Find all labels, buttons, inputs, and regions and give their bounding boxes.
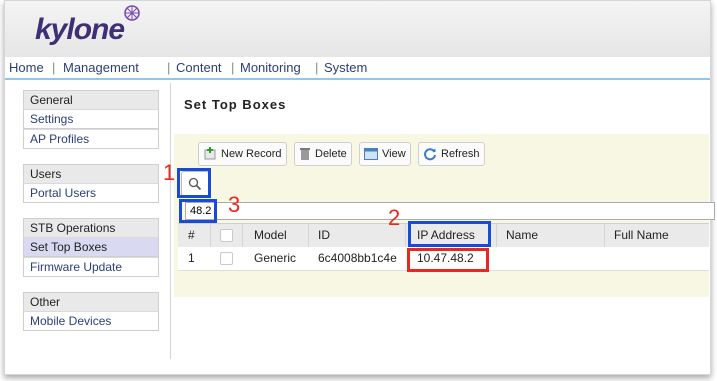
sidebar-item-firmware-update[interactable]: Firmware Update: [23, 257, 159, 277]
sidebar-item-set-top-boxes[interactable]: Set Top Boxes: [23, 237, 159, 257]
app-header: kylone: [5, 1, 710, 57]
column-divider: [496, 224, 497, 247]
column-header-full-name[interactable]: Full Name: [614, 228, 669, 242]
sidebar-heading-users: Users: [23, 164, 159, 183]
menu-separator: |: [231, 60, 235, 75]
row-model: Generic: [254, 251, 297, 265]
menu-separator: |: [167, 60, 171, 75]
menu-separator: |: [315, 60, 319, 75]
column-header-id[interactable]: ID: [318, 228, 330, 242]
page-title: Set Top Boxes: [184, 97, 287, 112]
refresh-icon: [424, 148, 436, 161]
column-header-ip-address[interactable]: IP Address: [417, 228, 475, 242]
new-record-label: New Record: [221, 148, 282, 160]
column-divider: [405, 224, 406, 247]
top-menu: Home | Management | Content | Monitoring…: [5, 57, 710, 80]
new-record-icon: [204, 147, 216, 160]
row-number: 1: [188, 251, 195, 265]
sidebar-item-portal-users[interactable]: Portal Users: [23, 183, 159, 203]
new-record-button[interactable]: New Record: [198, 142, 287, 166]
table-row[interactable]: 1 Generic 6c4008bb1c4e 10.47.48.2: [178, 247, 709, 271]
menu-separator: |: [52, 60, 56, 75]
sidebar: General Settings AP Profiles Users Porta…: [23, 90, 159, 346]
logo-mark-icon: [124, 5, 140, 21]
menu-management[interactable]: Management: [63, 60, 139, 75]
delete-label: Delete: [315, 148, 347, 160]
row-checkbox[interactable]: [220, 252, 233, 265]
column-divider: [242, 224, 243, 247]
table-header: # Model ID IP Address Name Full Name: [178, 223, 709, 248]
delete-button[interactable]: Delete: [294, 142, 352, 166]
row-id: 6c4008bb1c4e: [318, 251, 397, 265]
row-ip-address: 10.47.48.2: [417, 251, 474, 265]
search-icon: [188, 177, 202, 191]
sidebar-item-settings[interactable]: Settings: [23, 109, 159, 129]
column-header-name[interactable]: Name: [506, 228, 538, 242]
sidebar-group-users: Users Portal Users: [23, 164, 159, 203]
column-header-model[interactable]: Model: [254, 228, 287, 242]
kylone-logo[interactable]: kylone: [35, 13, 125, 47]
menu-content[interactable]: Content: [176, 60, 222, 75]
sidebar-heading-stb-operations: STB Operations: [23, 218, 159, 237]
menu-monitoring[interactable]: Monitoring: [240, 60, 301, 75]
refresh-button[interactable]: Refresh: [418, 142, 485, 166]
view-label: View: [382, 148, 406, 160]
vertical-divider: [170, 83, 171, 359]
view-icon: [364, 148, 378, 161]
menu-system[interactable]: System: [324, 60, 367, 75]
sidebar-group-general: General Settings AP Profiles: [23, 90, 159, 149]
refresh-label: Refresh: [441, 148, 480, 160]
sidebar-heading-other: Other: [23, 292, 159, 311]
column-header-number: #: [188, 228, 195, 242]
annotation-label-1: 1: [163, 160, 176, 185]
annotation-label-3: 3: [228, 192, 241, 217]
column-divider: [210, 224, 211, 247]
view-button[interactable]: View: [359, 142, 411, 166]
column-divider: [604, 224, 605, 247]
trash-icon: [300, 148, 310, 161]
sidebar-item-ap-profiles[interactable]: AP Profiles: [23, 129, 159, 149]
sidebar-item-mobile-devices[interactable]: Mobile Devices: [23, 311, 159, 331]
annotation-label-2: 2: [388, 205, 401, 230]
sidebar-group-other: Other Mobile Devices: [23, 292, 159, 331]
column-divider: [308, 224, 309, 247]
sidebar-group-stb: STB Operations Set Top Boxes Firmware Up…: [23, 218, 159, 277]
select-all-checkbox[interactable]: [220, 229, 233, 242]
ip-filter-input[interactable]: [185, 202, 715, 220]
search-button[interactable]: [181, 171, 209, 197]
menu-home[interactable]: Home: [9, 60, 44, 75]
sidebar-heading-general: General: [23, 90, 159, 109]
